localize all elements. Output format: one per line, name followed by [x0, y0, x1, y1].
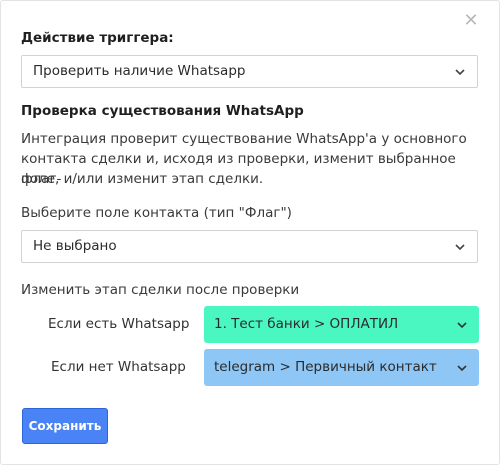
no-whatsapp-stage-value: telegram > Первичный контакт: [214, 359, 437, 375]
trigger-action-label: Действие триггера:: [21, 30, 174, 46]
close-icon[interactable]: ✕: [463, 12, 479, 30]
section-title: Проверка существования WhatsApp: [21, 103, 304, 119]
no-whatsapp-label: Если нет Whatsapp: [51, 359, 186, 375]
trigger-action-select[interactable]: Проверить наличие Whatsapp: [21, 55, 478, 88]
save-button[interactable]: Сохранить: [22, 408, 108, 444]
no-whatsapp-stage-select[interactable]: telegram > Первичный контакт: [204, 349, 479, 386]
contact-field-label: Выберите поле контакта (тип "Флаг"): [21, 205, 292, 221]
chevron-down-icon: [455, 69, 465, 76]
has-whatsapp-label: Если есть Whatsapp: [48, 316, 190, 332]
chevron-down-icon: [457, 365, 467, 372]
contact-field-value: Не выбрано: [33, 238, 117, 254]
has-whatsapp-stage-value: 1. Тест банки > ОПЛАТИЛ: [214, 316, 399, 332]
stage-change-label: Изменить этап сделки после проверки: [21, 282, 300, 298]
contact-field-select[interactable]: Не выбрано: [21, 230, 478, 263]
trigger-action-value: Проверить наличие Whatsapp: [33, 63, 246, 79]
has-whatsapp-stage-select[interactable]: 1. Тест банки > ОПЛАТИЛ: [204, 306, 479, 343]
trigger-action-dialog: ✕ Действие триггера: Проверить наличие W…: [0, 0, 500, 465]
description-line-3: поле, и/или изменит этап сделки.: [21, 171, 264, 187]
description-line-1: Интеграция проверит существование WhatsA…: [21, 131, 467, 147]
chevron-down-icon: [457, 322, 467, 329]
chevron-down-icon: [455, 244, 465, 251]
